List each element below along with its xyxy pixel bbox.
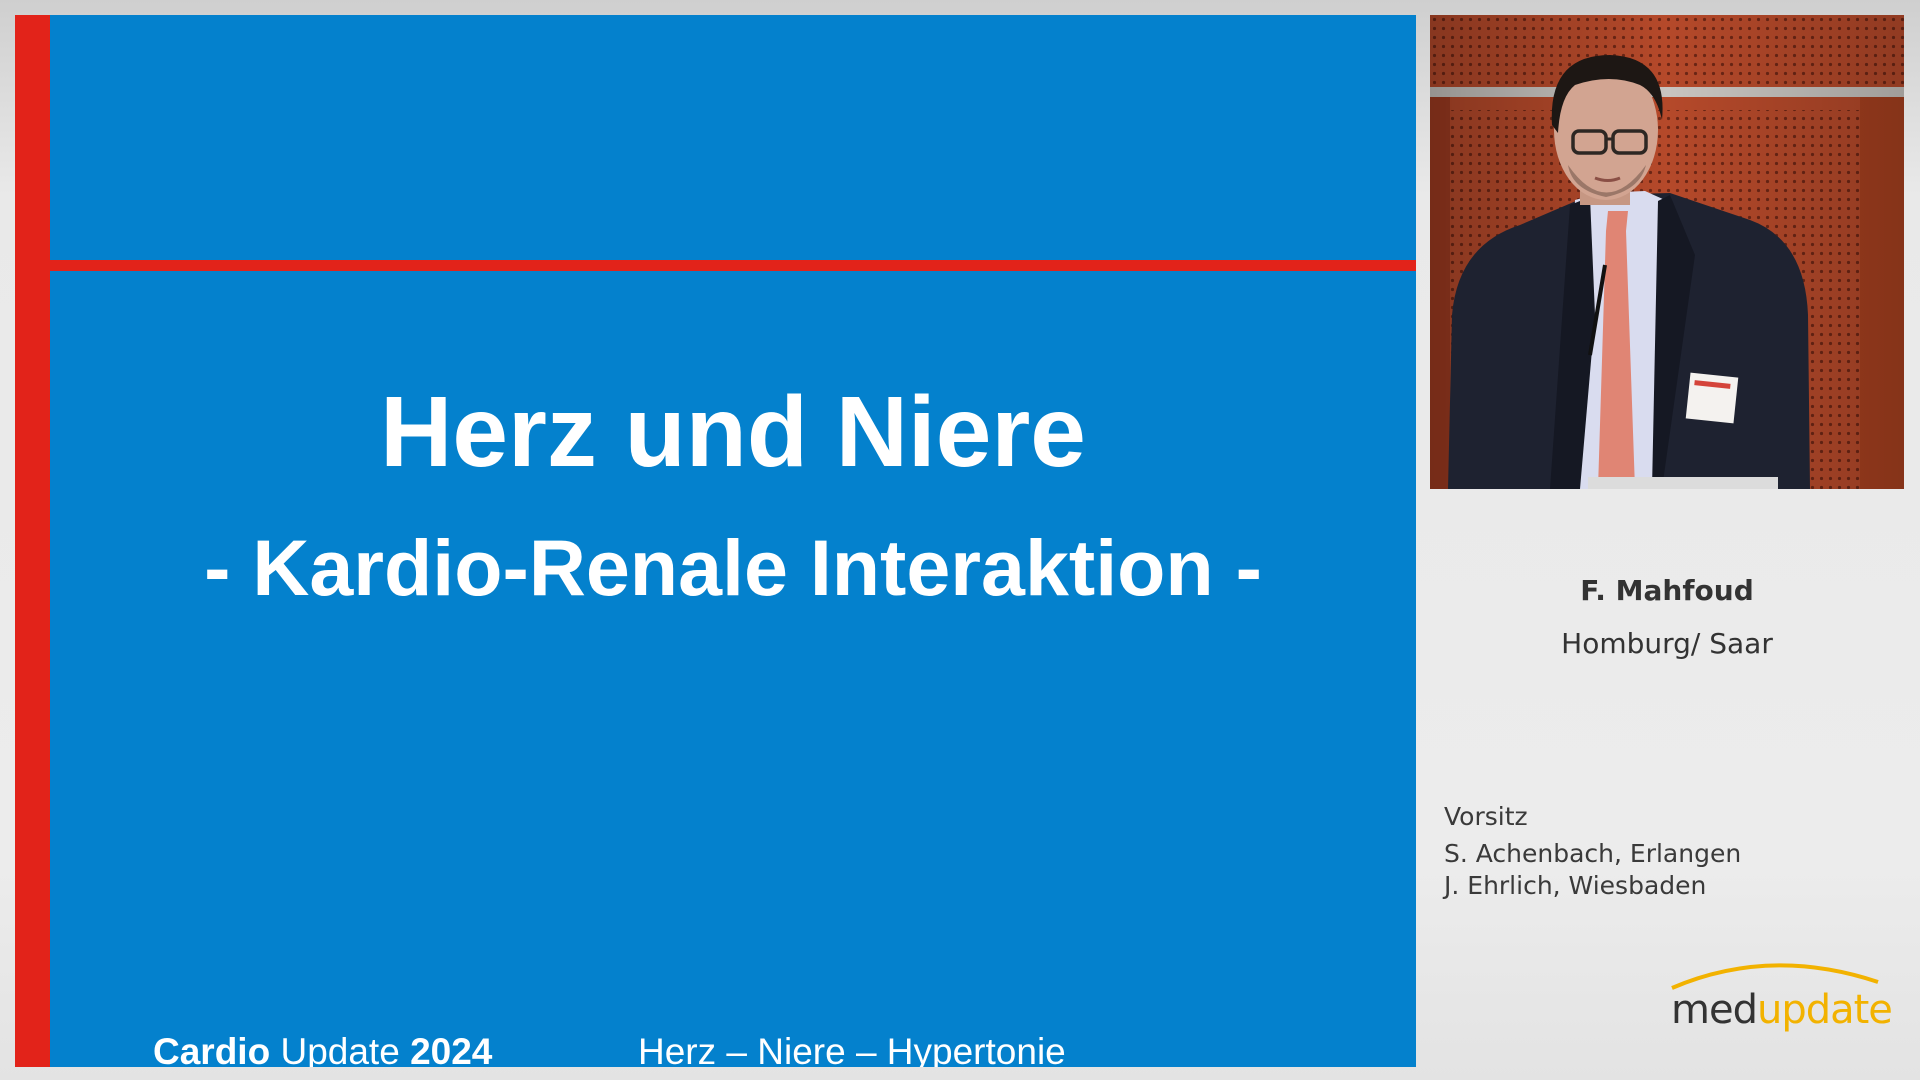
logo-part-med: med [1671, 987, 1758, 1033]
slide-subtitle: - Kardio-Renale Interaktion - [204, 523, 1262, 612]
speaker-video-frame [1430, 15, 1904, 489]
logo-wordmark: medupdate [1671, 986, 1893, 1034]
speaker-location: Homburg/ Saar [1561, 627, 1773, 660]
brand-regular: Update [270, 1031, 411, 1067]
brand-bold: Cardio [153, 1031, 271, 1067]
brand-year: 2024 [410, 1031, 493, 1067]
chair-member: J. Ehrlich, Wiesbaden [1444, 871, 1707, 900]
speaker-video [1430, 15, 1904, 489]
slide-accent-bar-left [15, 15, 50, 1067]
logo-part-update: update [1756, 987, 1893, 1033]
chair-member: S. Achenbach, Erlangen [1444, 839, 1742, 868]
slide-footer-topic: Herz – Niere – Hypertonie [638, 1031, 1066, 1067]
presentation-slide: Herz und Niere - Kardio-Renale Interakti… [15, 15, 1416, 1067]
speaker-name: F. Mahfoud [1580, 574, 1754, 607]
slide-title: Herz und Niere [380, 376, 1086, 488]
chair-list: S. Achenbach, Erlangen J. Ehrlich, Wiesb… [1444, 838, 1741, 902]
medupdate-logo: medupdate [1660, 960, 1893, 1040]
slide-accent-bar-top [50, 260, 1416, 271]
slide-footer-brand: Cardio Update 2024 [153, 1030, 492, 1067]
chair-label: Vorsitz [1444, 802, 1528, 831]
